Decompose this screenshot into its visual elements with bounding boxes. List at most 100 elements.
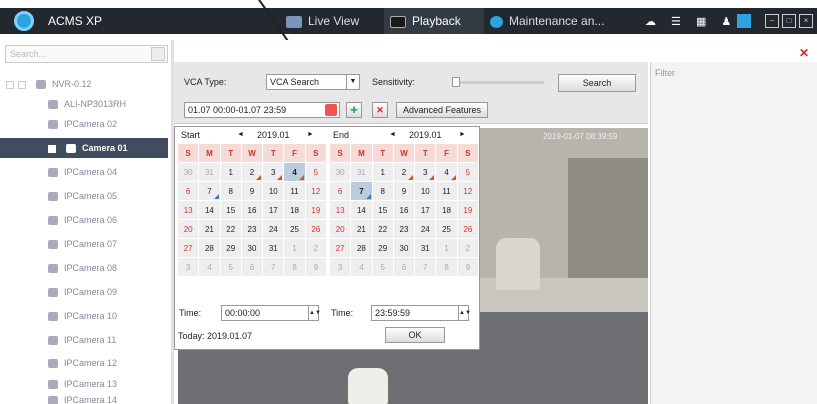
calendar-day[interactable]: 20 [178,220,199,238]
calendar-day[interactable]: 8 [436,258,457,276]
slider-knob[interactable] [452,77,460,87]
calendar-day[interactable]: 4 [436,163,457,181]
calendar-day[interactable]: 1 [220,163,241,181]
calendar-day[interactable]: 3 [330,258,351,276]
tree-item[interactable]: IPCamera 12 [0,353,168,373]
spin-icon[interactable]: ▲▼ [308,306,321,320]
tree-item[interactable]: IPCamera 08 [0,258,168,278]
calendar-day[interactable]: 27 [330,239,351,257]
tree-item[interactable]: IPCamera 02 [0,114,168,134]
search-input[interactable]: Search... [5,45,168,63]
calendar-day[interactable]: 25 [284,220,305,238]
calendar-day[interactable]: 31 [263,239,284,257]
ok-button[interactable]: OK [385,327,445,343]
calendar-day[interactable]: 11 [436,182,457,200]
calendar-day[interactable]: 6 [393,258,415,276]
date-range-field[interactable]: 01.07 00:00-01.07 23:59 [184,102,340,118]
calendar-day[interactable]: 21 [351,220,372,238]
tree-item[interactable]: IPCamera 05 [0,186,168,206]
calendar-day[interactable]: 1 [284,239,305,257]
end-time-input[interactable]: 23:59:59 ▲▼ [371,305,471,321]
calendar-day[interactable]: 17 [263,201,284,219]
calendar-day[interactable]: 27 [178,239,199,257]
calendar-day[interactable]: 22 [220,220,241,238]
calendar-day[interactable]: 23 [393,220,415,238]
tree-item[interactable]: IPCamera 10 [0,306,168,326]
calendar-day[interactable]: 5 [305,163,326,181]
calendar-day[interactable]: 6 [330,182,351,200]
today-label[interactable]: Today: 2019.01.07 [178,331,252,341]
vca-type-select[interactable]: VCA Search ▼ [266,74,360,90]
calendar-day[interactable]: 31 [351,163,372,181]
calendar-day[interactable]: 31 [199,163,220,181]
calendar-day[interactable]: 2 [305,239,326,257]
tree-item[interactable]: IPCamera 11 [0,330,168,350]
search-button[interactable]: Search [558,74,636,92]
calendar-day[interactable]: 8 [372,182,393,200]
calendar-day[interactable]: 2 [393,163,415,181]
advanced-features-button[interactable]: Advanced Features [396,102,488,118]
calendar-day[interactable]: 4 [351,258,372,276]
calendar-day[interactable]: 12 [457,182,478,200]
tree-item-nvr[interactable]: NVR-0.12 [0,74,168,94]
toolbar-icons[interactable]: ☁ ☰ ▦ ♟ [645,15,737,28]
calendar-day[interactable]: 18 [436,201,457,219]
checkbox[interactable] [48,144,56,153]
calendar-day[interactable]: 29 [372,239,393,257]
calendar-day[interactable]: 2 [457,239,478,257]
start-time-input[interactable]: 00:00:00 ▲▼ [221,305,321,321]
maximize-button[interactable]: □ [782,14,796,28]
tab-live-view[interactable]: Live View [286,8,382,34]
tree-item[interactable]: IPCamera 09 [0,282,168,302]
next-month-arrow[interactable]: ► [459,127,466,143]
calendar-day[interactable]: 28 [199,239,220,257]
locate-icon[interactable]: ✚ [346,102,362,118]
search-icon[interactable] [151,47,165,61]
tree-item[interactable]: IPCamera 14 [0,390,168,404]
calendar-day[interactable]: 22 [372,220,393,238]
calendar-day[interactable]: 15 [372,201,393,219]
calendar-day[interactable]: 30 [178,163,199,181]
calendar-day[interactable]: 28 [351,239,372,257]
next-month-arrow[interactable]: ► [307,127,314,143]
tab-playback[interactable]: Playback [384,8,484,34]
calendar-day[interactable]: 30 [330,163,351,181]
tree-item[interactable]: IPCamera 06 [0,210,168,230]
calendar-day[interactable]: 3 [415,163,436,181]
calendar-day[interactable]: 9 [241,182,263,200]
calendar-day[interactable]: 3 [263,163,284,181]
calendar-day[interactable]: 8 [220,182,241,200]
calendar-day[interactable]: 23 [241,220,263,238]
calendar-day[interactable]: 16 [241,201,263,219]
calendar-day[interactable]: 3 [178,258,199,276]
tree-item-selected[interactable]: Camera 01 [0,138,168,158]
calendar-day[interactable]: 14 [199,201,220,219]
calendar-day[interactable]: 30 [393,239,415,257]
tree-item[interactable]: ALI-NP3013RH [0,94,168,114]
prev-month-arrow[interactable]: ◄ [237,127,244,143]
tree-item[interactable]: IPCamera 07 [0,234,168,254]
calendar-day[interactable]: 7 [263,258,284,276]
calendar-day[interactable]: 1 [436,239,457,257]
spin-icon[interactable]: ▲▼ [458,306,471,320]
clear-icon[interactable]: ✕ [372,102,388,118]
calendar-day[interactable]: 15 [220,201,241,219]
calendar-day[interactable]: 7 [351,182,372,200]
lock-icon[interactable] [737,14,751,28]
sensitivity-slider[interactable] [452,77,544,87]
close-icon[interactable]: ✕ [799,46,809,60]
calendar-day[interactable]: 8 [284,258,305,276]
calendar-day[interactable]: 20 [330,220,351,238]
calendar-day[interactable]: 7 [199,182,220,200]
calendar-day[interactable]: 5 [372,258,393,276]
calendar-day[interactable]: 6 [241,258,263,276]
calendar-day[interactable]: 9 [457,258,478,276]
calendar-day[interactable]: 11 [284,182,305,200]
calendar-day[interactable]: 14 [351,201,372,219]
calendar-day[interactable]: 25 [436,220,457,238]
calendar-day[interactable]: 24 [415,220,436,238]
tab-maintenance[interactable]: Maintenance an... [490,8,620,34]
calendar-day[interactable]: 7 [415,258,436,276]
calendar-day[interactable]: 9 [393,182,415,200]
checkbox[interactable] [18,80,26,89]
